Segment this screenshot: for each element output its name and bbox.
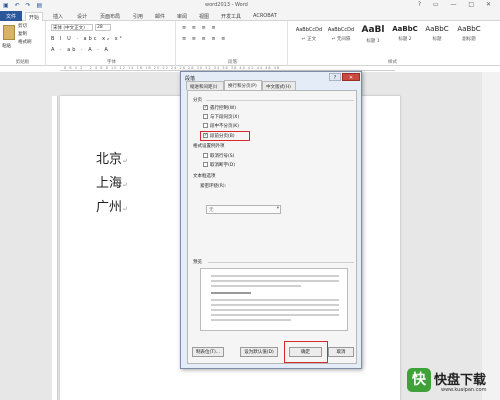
preview-line bbox=[211, 309, 339, 311]
font-name-field[interactable]: 宋体 (中文正文) bbox=[51, 24, 93, 31]
copy-button[interactable]: 复制 bbox=[18, 31, 27, 37]
styles-group: AaBbCcDd ↵ 正文 AaBbCcDd ↵ 无间隔 AaBl 标题 1 A… bbox=[290, 21, 495, 66]
font-color-row[interactable]: A · ab · A · A bbox=[51, 47, 110, 53]
tab-line-page-breaks[interactable]: 换行和分页(P) bbox=[224, 80, 262, 90]
doc-line-1[interactable]: 北京↵ bbox=[96, 148, 128, 167]
paragraph-dialog: 段落 ? ✕ 缩进和间距(I) 换行和分页(P) 中文版式(H) 分页 ✓ 孤行控… bbox=[180, 71, 362, 369]
clipboard-group: 粘贴 剪切 复制 格式刷 剪贴板 bbox=[0, 21, 46, 66]
ribbon: 粘贴 剪切 复制 格式刷 剪贴板 宋体 (中文正文) 28 B I U · ab… bbox=[0, 21, 500, 66]
preview-label: 预览 bbox=[193, 260, 202, 265]
styles-group-label: 样式 bbox=[388, 60, 397, 65]
vertical-scrollbar[interactable] bbox=[482, 72, 500, 400]
font-size-field[interactable]: 28 bbox=[95, 24, 111, 31]
preview-line bbox=[211, 275, 339, 277]
preview-line bbox=[211, 304, 339, 306]
ok-highlight-box bbox=[284, 341, 328, 363]
chevron-down-icon: ▾ bbox=[276, 206, 279, 211]
style-normal[interactable]: AaBbCcDd ↵ 正文 bbox=[294, 23, 324, 49]
doc-line-3[interactable]: 广州↵ bbox=[96, 196, 128, 215]
checkbox-checked[interactable]: ✓ bbox=[203, 105, 208, 110]
cut-button[interactable]: 剪切 bbox=[18, 23, 27, 29]
tabs-button[interactable]: 制表位(T)... bbox=[192, 347, 224, 357]
watermark: 快 快盘下载 www.kuaipan.com bbox=[407, 368, 497, 396]
preview-line bbox=[211, 319, 291, 321]
paragraph-mark: ↵ bbox=[122, 157, 128, 165]
tab-view[interactable]: 视图 bbox=[196, 12, 212, 21]
preview-line bbox=[211, 285, 301, 287]
paragraph-list-row[interactable]: ≡ ≡ ≡ ≡ bbox=[182, 25, 218, 31]
style-subtitle[interactable]: AaBbC 副标题 bbox=[454, 23, 484, 49]
tab-design[interactable]: 设计 bbox=[74, 12, 90, 21]
format-exceptions-label: 格式设置例外项 bbox=[193, 144, 225, 149]
preview-pane bbox=[200, 268, 348, 331]
pagination-section-label: 分页 bbox=[193, 98, 202, 103]
tab-developer[interactable]: 开发工具 bbox=[218, 12, 244, 21]
title-bar: ▣ ↶ ↷ ▤ word2013 - Word ? ▭ — □ ✕ bbox=[0, 0, 500, 11]
tight-wrap-select[interactable]: 无 ▾ bbox=[206, 205, 281, 214]
set-default-button[interactable]: 设为默认值(D) bbox=[240, 347, 278, 357]
paragraph-group: ≡ ≡ ≡ ≡ ≡ ≡ ≡ ≡ ≡ 段落 bbox=[178, 21, 288, 66]
help-button[interactable]: ? bbox=[329, 73, 341, 81]
watermark-logo: 快 bbox=[407, 368, 431, 392]
checkbox[interactable] bbox=[203, 162, 208, 167]
window-controls[interactable]: ? ▭ — □ ✕ bbox=[418, 1, 496, 8]
window-title: word2013 - Word bbox=[205, 2, 248, 8]
checkbox[interactable] bbox=[203, 153, 208, 158]
tab-asian-typography[interactable]: 中文版式(H) bbox=[262, 81, 296, 90]
watermark-text: 快盘下载 bbox=[434, 373, 487, 388]
keep-lines-together-option[interactable]: 段中不分页(K) bbox=[203, 123, 239, 129]
style-heading-2[interactable]: AaBbC 标题 2 bbox=[390, 23, 420, 49]
tab-indents-spacing[interactable]: 缩进和间距(I) bbox=[186, 81, 224, 90]
paragraph-mark: ↵ bbox=[122, 205, 128, 213]
dont-hyphenate-option[interactable]: 取消断字(D) bbox=[203, 162, 235, 168]
dialog-body: 分页 ✓ 孤行控制(W) 与下段同页(X) 段中不分页(K) ✓ 段前分页(B) 格… bbox=[187, 90, 357, 364]
watermark-url: www.kuaipan.com bbox=[441, 387, 487, 393]
paste-button[interactable]: 粘贴 bbox=[2, 43, 11, 49]
ruler-numbers: 8 6 4 2 · 2 4 6 8 10 12 14 16 18 20 22 2… bbox=[64, 66, 281, 70]
tight-wrap-label: 紧密环绕(R): bbox=[200, 184, 227, 189]
style-title[interactable]: AaBbC 标题 bbox=[422, 23, 452, 49]
highlight-box bbox=[200, 131, 250, 141]
tab-mailings[interactable]: 邮件 bbox=[152, 12, 168, 21]
widow-control-option[interactable]: ✓ 孤行控制(W) bbox=[203, 105, 236, 111]
format-painter-button[interactable]: 格式刷 bbox=[18, 39, 32, 45]
preview-line bbox=[211, 292, 251, 294]
textbox-options-label: 文本框选项 bbox=[193, 174, 216, 179]
cancel-button[interactable]: 取消 bbox=[328, 347, 354, 357]
paragraph-align-row[interactable]: ≡ ≡ ≡ ≡ ≡ bbox=[182, 36, 227, 42]
tab-references[interactable]: 引用 bbox=[130, 12, 146, 21]
vertical-ruler[interactable] bbox=[52, 96, 58, 400]
tab-home[interactable]: 开始 bbox=[25, 12, 44, 21]
tab-acrobat[interactable]: ACROBAT bbox=[250, 12, 280, 21]
style-no-spacing[interactable]: AaBbCcDd ↵ 无间隔 bbox=[326, 23, 356, 49]
divider bbox=[208, 262, 354, 263]
ribbon-tabs: 文件 开始 插入 设计 页面布局 引用 邮件 审阅 视图 开发工具 ACROBA… bbox=[0, 11, 500, 21]
paragraph-group-label: 段落 bbox=[228, 60, 237, 65]
checkbox[interactable] bbox=[203, 123, 208, 128]
preview-line bbox=[211, 280, 339, 282]
doc-line-2[interactable]: 上海↵ bbox=[96, 172, 128, 191]
paste-icon[interactable] bbox=[3, 25, 15, 40]
clipboard-group-label: 剪贴板 bbox=[15, 60, 30, 65]
suppress-line-numbers-option[interactable]: 取消行号(S) bbox=[203, 153, 234, 159]
paragraph-mark: ↵ bbox=[122, 181, 128, 189]
font-group-label: 字体 bbox=[107, 60, 116, 65]
tab-insert[interactable]: 插入 bbox=[50, 12, 66, 21]
keep-with-next-option[interactable]: 与下段同页(X) bbox=[203, 114, 239, 120]
style-heading-1[interactable]: AaBl 标题 1 bbox=[358, 23, 388, 49]
checkbox[interactable] bbox=[203, 114, 208, 119]
divider bbox=[206, 100, 354, 101]
tab-file[interactable]: 文件 bbox=[0, 11, 22, 21]
tab-page-layout[interactable]: 页面布局 bbox=[97, 12, 123, 21]
quick-access-toolbar[interactable]: ▣ ↶ ↷ ▤ bbox=[3, 2, 44, 9]
close-button[interactable]: ✕ bbox=[342, 73, 360, 81]
preview-line bbox=[211, 314, 339, 316]
font-format-row[interactable]: B I U · abc x₂ x² bbox=[51, 36, 124, 42]
tab-review[interactable]: 审阅 bbox=[174, 12, 190, 21]
preview-line bbox=[211, 299, 339, 301]
font-group: 宋体 (中文正文) 28 B I U · abc x₂ x² A · ab · … bbox=[48, 21, 176, 66]
